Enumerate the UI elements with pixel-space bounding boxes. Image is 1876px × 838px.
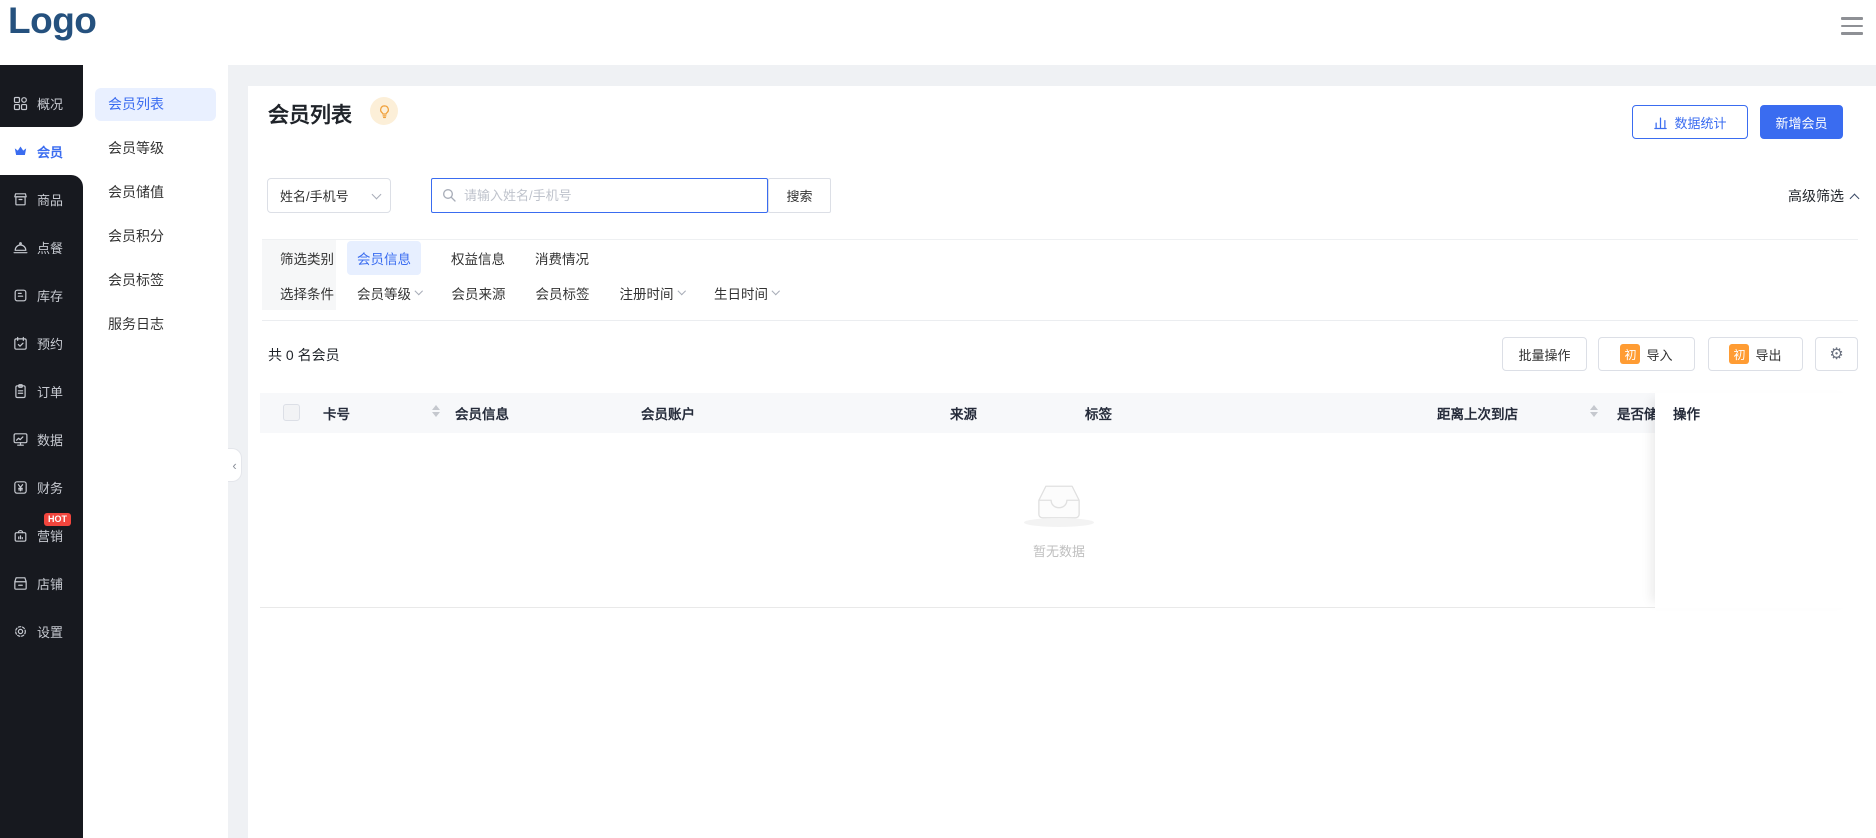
filter-member-level-dropdown[interactable]: 会员等级 xyxy=(357,283,422,303)
chevron-down-icon xyxy=(372,189,382,199)
table-body-empty: 暂无数据 xyxy=(260,433,1858,608)
column-member-info: 会员信息 xyxy=(455,393,509,433)
submenu-item-member-level[interactable]: 会员等级 xyxy=(95,132,216,165)
filter-birthday-time-dropdown[interactable]: 生日时间 xyxy=(714,283,779,303)
filter-condition-label: 选择条件 xyxy=(262,275,336,310)
sidebar-item-goods[interactable]: 商品 xyxy=(0,175,83,223)
fixed-action-column: 操作 xyxy=(1655,393,1858,608)
filter-member-tag[interactable]: 会员标签 xyxy=(536,283,590,303)
inventory-box-icon xyxy=(12,287,29,304)
filter-member-source[interactable]: 会员来源 xyxy=(452,283,506,303)
sidebar-item-marketing[interactable]: 营销 HOT xyxy=(0,511,83,559)
filter-tab-rights-info[interactable]: 权益信息 xyxy=(451,248,505,268)
search-icon xyxy=(441,187,457,203)
chevron-down-icon xyxy=(415,287,423,295)
topbar: Logo xyxy=(0,0,1876,65)
chevron-down-icon xyxy=(677,287,685,295)
clipboard-icon xyxy=(12,383,29,400)
sidebar-item-inventory[interactable]: 库存 xyxy=(0,271,83,319)
search-input-wrap xyxy=(431,178,768,213)
filter-category-row: 筛选类别 会员信息 权益信息 消费情况 xyxy=(262,240,1858,275)
cloche-icon xyxy=(12,239,29,256)
advanced-filter-toggle[interactable]: 高级筛选 xyxy=(1788,186,1858,206)
search-input[interactable] xyxy=(431,178,768,213)
column-source: 来源 xyxy=(950,393,977,433)
column-action: 操作 xyxy=(1673,393,1700,433)
filter-tab-consumption[interactable]: 消费情况 xyxy=(535,248,589,268)
main-background: 会员列表 数据统计 新增会员 姓名/手机号 xyxy=(228,65,1876,838)
add-member-button[interactable]: 新增会员 xyxy=(1760,105,1843,139)
sidebar-item-reservation[interactable]: 预约 xyxy=(0,319,83,367)
import-button[interactable]: 初 导入 xyxy=(1598,337,1695,371)
submenu-item-member-points[interactable]: 会员积分 xyxy=(95,220,216,253)
search-button[interactable]: 搜索 xyxy=(768,178,831,213)
column-last-visit: 距离上次到店 xyxy=(1437,393,1518,433)
sidebar-item-data[interactable]: 数据 xyxy=(0,415,83,463)
hot-badge: HOT xyxy=(44,513,71,526)
monitor-chart-icon xyxy=(12,431,29,448)
filter-register-time-dropdown[interactable]: 注册时间 xyxy=(620,283,685,303)
submenu-item-member-tags[interactable]: 会员标签 xyxy=(95,264,216,297)
sort-card-number-icon[interactable] xyxy=(432,405,440,417)
content-card: 会员列表 数据统计 新增会员 姓名/手机号 xyxy=(248,86,1876,838)
sidebar-item-shop[interactable]: 店铺 xyxy=(0,559,83,607)
submenu-item-member-stored-value[interactable]: 会员储值 xyxy=(95,176,216,209)
gear-icon: ⚙ xyxy=(1829,344,1843,364)
sidebar-item-members[interactable]: 会员 xyxy=(0,127,83,175)
sort-last-visit-icon[interactable] xyxy=(1590,405,1598,417)
secondary-sidebar: 会员列表 会员等级 会员储值 会员积分 会员标签 服务日志 xyxy=(83,65,228,838)
data-statistics-button[interactable]: 数据统计 xyxy=(1632,105,1748,139)
goods-box-icon xyxy=(12,191,29,208)
column-card-number: 卡号 xyxy=(323,393,350,433)
column-tags: 标签 xyxy=(1085,393,1112,433)
sidebar-item-orders[interactable]: 订单 xyxy=(0,367,83,415)
table-header: 卡号 会员信息 会员账户 来源 标签 距离上次到店 是否储值 xyxy=(260,393,1858,433)
export-button[interactable]: 初 导出 xyxy=(1708,337,1803,371)
storefront-icon xyxy=(12,575,29,592)
page-title: 会员列表 xyxy=(268,99,352,129)
chevron-down-icon xyxy=(772,287,780,295)
filter-condition-row: 选择条件 会员等级 会员来源 会员标签 注册时间 生日时间 xyxy=(262,275,1858,310)
logo: Logo xyxy=(8,0,96,42)
search-field-select[interactable]: 姓名/手机号 xyxy=(267,178,391,213)
sidebar-item-ordering[interactable]: 点餐 xyxy=(0,223,83,271)
lightbulb-help-icon[interactable] xyxy=(370,97,398,125)
empty-icon-shadow xyxy=(1024,518,1094,527)
submenu-item-service-log[interactable]: 服务日志 xyxy=(95,308,216,341)
column-settings-button[interactable]: ⚙ xyxy=(1815,337,1858,371)
grid-icon xyxy=(12,95,29,112)
hamburger-menu-icon[interactable] xyxy=(1841,17,1863,35)
filter-panel: 筛选类别 会员信息 权益信息 消费情况 选择条件 会员等级 会员来源 会员标签 … xyxy=(262,239,1858,309)
empty-text: 暂无数据 xyxy=(1033,541,1085,560)
member-table: 卡号 会员信息 会员账户 来源 标签 距离上次到店 是否储值 暂无数据 操作 xyxy=(260,393,1858,608)
sidebar-item-finance[interactable]: 财务 xyxy=(0,463,83,511)
chevron-up-icon xyxy=(1850,193,1860,203)
filter-tab-member-info[interactable]: 会员信息 xyxy=(347,241,421,275)
yuan-square-icon xyxy=(12,479,29,496)
select-all-checkbox[interactable] xyxy=(283,404,300,421)
sidebar-item-overview[interactable]: 概况 xyxy=(0,79,83,127)
calendar-check-icon xyxy=(12,335,29,352)
filter-category-label: 筛选类别 xyxy=(262,240,336,275)
crown-icon xyxy=(12,143,29,160)
batch-action-button[interactable]: 批量操作 xyxy=(1502,337,1587,371)
bag-chart-icon xyxy=(12,527,29,544)
sidebar-collapse-handle[interactable]: ‹ xyxy=(228,448,242,482)
member-count: 共 0 名会员 xyxy=(268,345,340,365)
new-feature-badge: 初 xyxy=(1620,344,1640,364)
primary-sidebar: 概况 会员 商品 点餐 库存 xyxy=(0,65,83,838)
column-member-account: 会员账户 xyxy=(641,393,695,433)
submenu-item-member-list[interactable]: 会员列表 xyxy=(95,88,216,121)
bar-chart-icon xyxy=(1653,115,1668,130)
sidebar-item-settings[interactable]: 设置 xyxy=(0,607,83,655)
new-feature-badge: 初 xyxy=(1729,344,1749,364)
gear-icon xyxy=(12,623,29,640)
divider xyxy=(262,320,1858,321)
